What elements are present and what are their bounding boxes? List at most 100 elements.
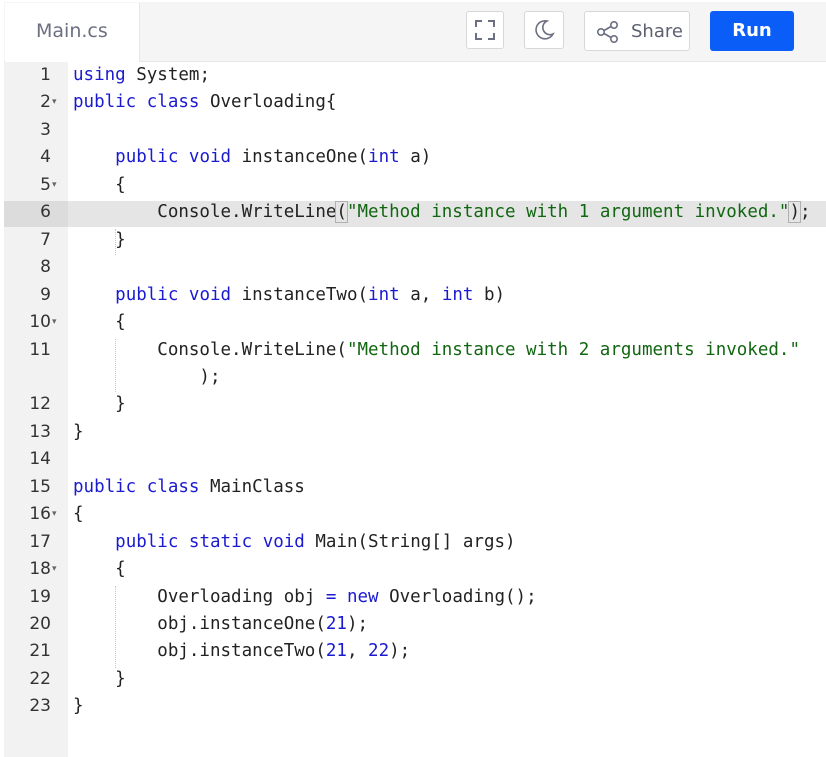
code-line[interactable]: );: [4, 364, 826, 391]
line-number: 22: [29, 668, 51, 689]
code-line[interactable]: 4 public void instanceOne(int a): [4, 144, 826, 171]
fold-arrow-icon[interactable]: ▾: [52, 556, 62, 583]
line-number: 19: [29, 586, 51, 607]
code-token: {: [73, 312, 126, 333]
code-line[interactable]: 2 ▾ public class Overloading{: [4, 89, 826, 116]
code-token: Overloading obj: [73, 586, 326, 607]
matched-bracket: ): [788, 201, 801, 224]
fullscreen-icon: [467, 12, 503, 48]
code-token: instanceOne(: [231, 147, 369, 168]
line-number: 10: [29, 312, 51, 333]
line-number: 17: [29, 531, 51, 552]
code-token: ,: [346, 641, 369, 662]
code-line[interactable]: 16 ▾ {: [4, 501, 826, 528]
line-number: 15: [29, 476, 51, 497]
code-line[interactable]: 13}: [4, 419, 826, 446]
code-line[interactable]: 10 ▾ {: [4, 309, 826, 336]
keyword-token: new: [346, 586, 379, 607]
code-line[interactable]: 8: [4, 254, 826, 281]
code-line[interactable]: 11 Console.WriteLine("Method instance wi…: [4, 337, 826, 364]
code-line[interactable]: 18 ▾ {: [4, 556, 826, 583]
line-number: 5: [40, 174, 51, 195]
code-token: }: [73, 394, 126, 415]
code-token: ;: [800, 202, 811, 223]
share-label: Share: [631, 21, 683, 42]
line-number: 1: [40, 65, 51, 85]
code-text: );: [73, 364, 221, 391]
code-token: Console.WriteLine: [73, 202, 337, 223]
code-line[interactable]: 12 }: [4, 391, 826, 418]
code-text: {: [73, 309, 126, 336]
line-number: 18: [29, 559, 51, 580]
code-token: );: [73, 366, 221, 387]
string-token: "Method instance with 2 arguments invoke…: [346, 339, 800, 360]
code-text: }: [73, 227, 126, 254]
code-token: instanceTwo(: [231, 284, 369, 305]
fold-arrow-icon[interactable]: ▾: [52, 309, 62, 336]
theme-toggle-button[interactable]: [524, 11, 564, 49]
code-text: {: [73, 556, 126, 583]
run-button[interactable]: Run: [710, 11, 794, 51]
keyword-token: int: [368, 147, 400, 168]
code-line[interactable]: 1 using System;: [4, 62, 826, 89]
code-line[interactable]: 3: [4, 117, 826, 144]
code-line[interactable]: 5 ▾ {: [4, 172, 826, 199]
fold-arrow-icon[interactable]: ▾: [52, 501, 62, 528]
keyword-token: int: [368, 284, 400, 305]
keyword-token: public: [73, 476, 137, 497]
code-text: }: [73, 419, 84, 446]
keyword-token: void: [188, 284, 232, 305]
fold-arrow-icon[interactable]: ▾: [52, 172, 62, 199]
keyword-token: void: [188, 147, 232, 168]
code-editor[interactable]: 1 using System; 2 ▾ public class Overloading…: [4, 62, 826, 752]
code-token: );: [389, 641, 411, 662]
line-number: 20: [29, 614, 51, 634]
fold-arrow-icon[interactable]: ▾: [52, 89, 62, 116]
code-token: a,: [399, 284, 442, 305]
keyword-token: public: [115, 147, 179, 168]
keyword-token: void: [262, 531, 305, 552]
code-token: MainClass: [199, 476, 305, 497]
code-token: obj.instanceOne(: [73, 614, 326, 634]
line-number: 4: [40, 147, 51, 168]
code-line[interactable]: 9 public void instanceTwo(int a, int b): [4, 282, 826, 309]
string-token: "Method instance with 1 argument invoked…: [346, 202, 790, 223]
code-text: Console.WriteLine("Method instance with …: [73, 199, 811, 226]
code-line[interactable]: 23}: [4, 693, 826, 720]
line-number: 8: [40, 257, 51, 278]
code-line[interactable]: 14: [4, 446, 826, 473]
line-number: 21: [29, 641, 51, 662]
code-line[interactable]: 19 Overloading obj = new Overloading();: [4, 584, 826, 611]
code-line[interactable]: 17 public static void Main(String[] args…: [4, 529, 826, 556]
keyword-token: public: [73, 92, 137, 113]
tab-main-cs[interactable]: Main.cs: [5, 3, 140, 62]
keyword-token: public: [115, 284, 179, 305]
code-token: }: [73, 668, 126, 689]
line-number: 11: [29, 339, 51, 360]
fullscreen-button[interactable]: [466, 11, 504, 49]
line-number: 2: [40, 92, 51, 113]
code-text: obj.instanceTwo(21, 22);: [73, 638, 410, 665]
moon-icon: [525, 12, 563, 48]
code-token: Overloading();: [378, 586, 537, 607]
line-number: 7: [40, 229, 51, 250]
code-token: b): [473, 284, 506, 305]
share-button[interactable]: Share: [584, 11, 690, 51]
code-line[interactable]: 7 }: [4, 227, 826, 254]
line-number: 13: [29, 421, 51, 442]
code-line[interactable]: 22 }: [4, 666, 826, 693]
code-line[interactable]: 20 obj.instanceOne(21);: [4, 611, 826, 638]
code-token: Overloading{: [199, 92, 337, 113]
code-line[interactable]: 6 Console.WriteLine("Method instance wit…: [4, 199, 826, 226]
code-token: {: [73, 559, 126, 580]
matched-bracket: (: [335, 201, 348, 224]
code-line[interactable]: 21 obj.instanceTwo(21, 22);: [4, 638, 826, 665]
code-text: Overloading obj = new Overloading();: [73, 584, 537, 611]
code-line[interactable]: 15 public class MainClass: [4, 474, 826, 501]
